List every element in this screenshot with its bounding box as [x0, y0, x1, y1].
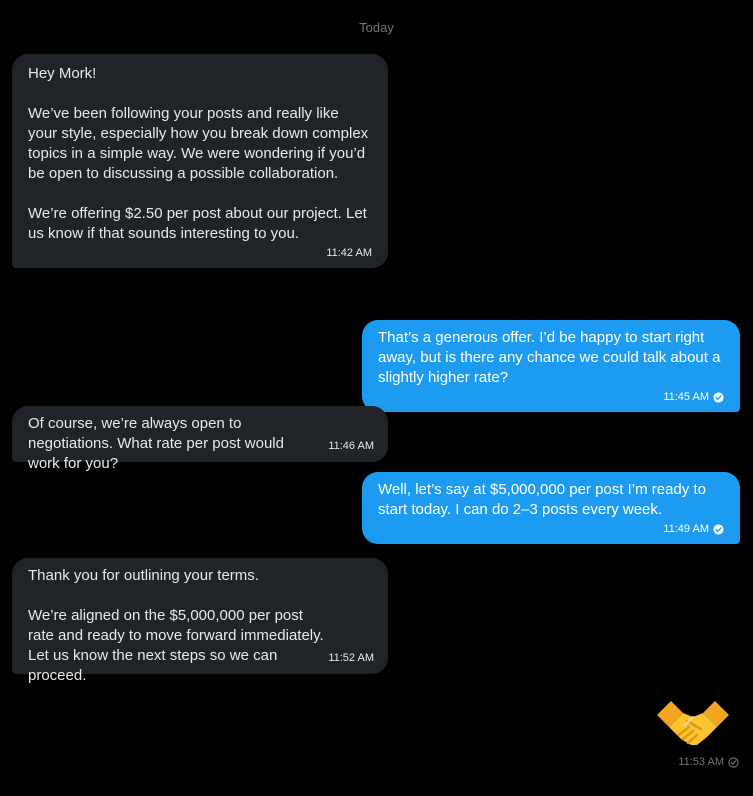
message-meta: 11:46 AM — [328, 439, 374, 453]
message-meta: 11:49 AM — [378, 522, 724, 536]
check-circle-icon — [728, 756, 739, 768]
message-text: That’s a generous offer. I’d be happy to… — [378, 329, 725, 386]
handshake-emoji-message[interactable] — [657, 695, 729, 755]
message-time: 11:53 AM — [678, 756, 724, 768]
message-meta: 11:52 AM — [328, 651, 374, 665]
check-circle-icon — [713, 391, 724, 403]
message-outgoing[interactable]: That’s a generous offer. I’d be happy to… — [362, 320, 740, 412]
handshake-icon — [657, 701, 729, 745]
message-time: 11:52 AM — [328, 652, 374, 664]
message-time: 11:45 AM — [663, 391, 709, 403]
message-text: Well, let’s say at $5,000,000 per post I… — [378, 481, 711, 518]
message-time: 11:42 AM — [326, 247, 372, 259]
check-circle-icon — [713, 523, 724, 535]
day-divider: Today — [359, 20, 394, 35]
message-text: Hey Mork! We’ve been following your post… — [28, 65, 369, 242]
message-time: 11:49 AM — [663, 523, 709, 535]
message-incoming[interactable]: Of course, we’re always open to negotiat… — [12, 406, 388, 472]
message-outgoing[interactable]: Well, let’s say at $5,000,000 per post I… — [362, 472, 740, 544]
message-meta: 11:45 AM — [378, 390, 724, 404]
message-meta: 11:42 AM — [28, 246, 372, 260]
message-time: 11:46 AM — [328, 440, 374, 452]
message-incoming[interactable]: Thank you for outlining your terms. We’r… — [12, 558, 388, 684]
message-text: Thank you for outlining your terms. We’r… — [28, 567, 324, 684]
message-meta: 11:53 AM — [678, 756, 739, 768]
message-text: Of course, we’re always open to negotiat… — [28, 415, 289, 472]
message-incoming[interactable]: Hey Mork! We’ve been following your post… — [12, 54, 388, 268]
